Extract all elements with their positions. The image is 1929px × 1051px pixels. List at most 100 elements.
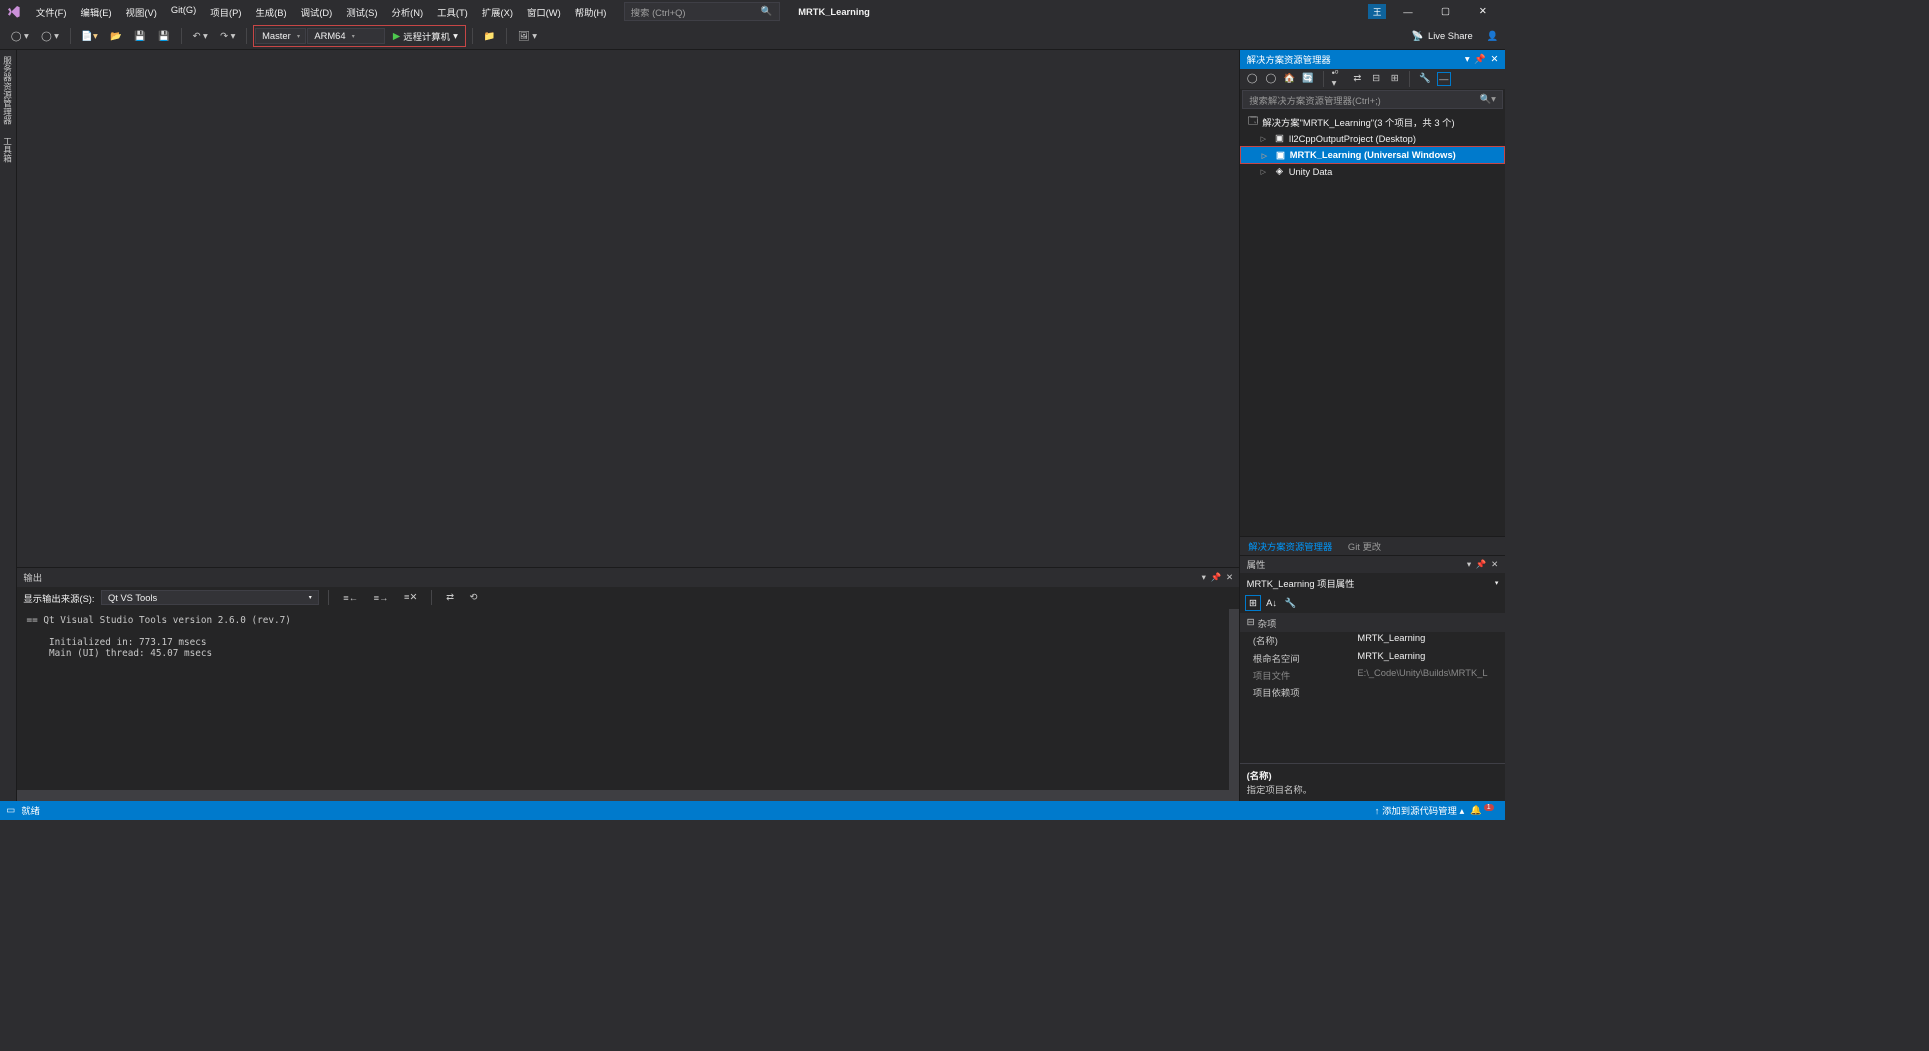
output-wrap-icon[interactable]: ⇄: [441, 589, 458, 606]
toolbar-folder-button[interactable]: 📁: [479, 28, 500, 45]
vs-logo-icon: [6, 4, 22, 20]
output-panel: 输出 ▾ 📌 ✕ 显示输出来源(S): Qt VS Tools ▾ ≡← ≡→ …: [17, 567, 1239, 801]
props-row-projectfile[interactable]: 项目文件 E:\_Code\Unity\Builds\MRTK_L: [1240, 666, 1504, 683]
maximize-button[interactable]: ▢: [1430, 1, 1461, 23]
menu-edit[interactable]: 编辑(E): [74, 2, 118, 22]
output-horizontal-scrollbar[interactable]: [17, 790, 1239, 801]
output-clear-icon[interactable]: ≡✕: [399, 589, 422, 606]
sln-refresh-icon[interactable]: ⊞: [1388, 72, 1402, 86]
chevron-right-icon[interactable]: ▷: [1261, 134, 1270, 143]
menu-view[interactable]: 视图(V): [119, 2, 163, 22]
solution-icon: 🗔: [1247, 116, 1259, 128]
open-file-button[interactable]: 📂: [106, 28, 127, 45]
output-source-dropdown[interactable]: Qt VS Tools ▾: [101, 590, 319, 605]
menu-analyze[interactable]: 分析(N): [385, 2, 429, 22]
menu-file[interactable]: 文件(F): [30, 2, 73, 22]
solution-search-input[interactable]: 搜索解决方案资源管理器(Ctrl+;) 🔍▾: [1242, 90, 1503, 109]
props-row-namespace[interactable]: 根命名空间 MRTK_Learning: [1240, 649, 1504, 666]
editor-empty-area: [17, 50, 1239, 567]
nav-forward-button[interactable]: ◯ ▾: [36, 28, 63, 45]
left-sidebar: 服务器资源管理器 工具箱: [0, 50, 17, 801]
sln-collapse-icon[interactable]: ⊟: [1369, 72, 1383, 86]
menu-test[interactable]: 测试(S): [340, 2, 384, 22]
panel-close-icon[interactable]: ✕: [1226, 572, 1233, 583]
platform-dropdown[interactable]: ARM64▾: [307, 28, 385, 45]
sln-dropdown-icon[interactable]: ▾: [1465, 54, 1470, 65]
tree-project-il2cpp[interactable]: ▷ ▣ Il2CppOutputProject (Desktop): [1240, 131, 1504, 147]
sln-expand-icon[interactable]: ⇄: [1350, 72, 1364, 86]
props-desc-title: (名称): [1247, 768, 1499, 782]
tab-solution-explorer[interactable]: 解决方案资源管理器: [1240, 536, 1340, 556]
save-all-button[interactable]: 💾: [154, 28, 175, 45]
chevron-right-icon[interactable]: ▷: [1261, 167, 1270, 176]
project-icon: ▣: [1274, 149, 1286, 161]
sidebar-tab-server-explorer[interactable]: 服务器资源管理器: [0, 50, 15, 131]
project-icon: ▣: [1273, 132, 1285, 144]
toolbar-image-button[interactable]: 🖼 ▾: [513, 28, 542, 45]
sln-forward-icon[interactable]: ◯: [1264, 72, 1278, 86]
menu-help[interactable]: 帮助(H): [569, 2, 613, 22]
sln-wrench-icon[interactable]: 🔧: [1418, 72, 1432, 86]
sln-pin-icon[interactable]: 📌: [1474, 54, 1486, 65]
menu-tools[interactable]: 工具(T): [431, 2, 474, 22]
menu-extensions[interactable]: 扩展(X): [476, 2, 520, 22]
props-pin-icon[interactable]: 📌: [1476, 559, 1487, 570]
close-button[interactable]: ✕: [1467, 1, 1498, 23]
props-close-icon[interactable]: ✕: [1491, 559, 1498, 570]
menu-git[interactable]: Git(G): [165, 2, 203, 22]
sidebar-tab-toolbox[interactable]: 工具箱: [0, 131, 15, 169]
tree-project-unitydata[interactable]: ▷ ◈ Unity Data: [1240, 164, 1504, 180]
run-button[interactable]: ▶ 远程计算机 ▾: [387, 27, 464, 46]
output-vertical-scrollbar[interactable]: [1229, 609, 1240, 791]
output-goto-next-icon[interactable]: ≡→: [369, 590, 393, 606]
props-row-dependencies[interactable]: 项目依赖项: [1240, 683, 1504, 700]
user-badge[interactable]: 王: [1368, 4, 1386, 19]
undo-button[interactable]: ↶ ▾: [188, 28, 212, 45]
chevron-right-icon[interactable]: ▷: [1262, 151, 1271, 160]
props-alphabetical-icon[interactable]: A↓: [1264, 595, 1280, 611]
live-share-button[interactable]: Live Share: [1428, 31, 1473, 41]
sln-back-icon[interactable]: ◯: [1245, 72, 1259, 86]
redo-button[interactable]: ↷ ▾: [215, 28, 239, 45]
menu-debug[interactable]: 调试(D): [294, 2, 338, 22]
sln-sync-icon[interactable]: 🔄: [1301, 72, 1315, 86]
sln-close-icon[interactable]: ✕: [1491, 54, 1499, 65]
props-category-misc[interactable]: ⊟ 杂项: [1240, 613, 1504, 632]
tab-git-changes[interactable]: Git 更改: [1340, 536, 1389, 556]
config-dropdown[interactable]: Master▾: [255, 28, 306, 45]
output-goto-prev-icon[interactable]: ≡←: [339, 590, 363, 606]
collapse-icon: ⊟: [1247, 617, 1255, 628]
tree-project-mrtk[interactable]: ▷ ▣ MRTK_Learning (Universal Windows): [1240, 146, 1504, 164]
source-control-button[interactable]: ↑ 添加到源代码管理 ▴: [1375, 803, 1464, 817]
output-source-label: 显示输出来源(S):: [23, 591, 94, 605]
props-categorized-icon[interactable]: ⊞: [1245, 595, 1261, 611]
nav-back-button[interactable]: ◯ ▾: [6, 28, 33, 45]
status-ready-label: 就绪: [21, 803, 40, 817]
props-pages-icon[interactable]: 🔧: [1283, 595, 1299, 611]
menu-window[interactable]: 窗口(W): [521, 2, 567, 22]
notification-count: 1: [1484, 804, 1494, 811]
tree-solution-root[interactable]: 🗔 解决方案"MRTK_Learning"(3 个项目，共 3 个): [1240, 114, 1504, 131]
panel-pin-icon[interactable]: 📌: [1211, 572, 1222, 583]
output-content[interactable]: == Qt Visual Studio Tools version 2.6.0 …: [17, 609, 1228, 791]
live-share-icon: 📡: [1412, 31, 1424, 42]
output-other-icon[interactable]: ⟲: [465, 589, 482, 606]
menu-build[interactable]: 生成(B): [249, 2, 293, 22]
minimize-button[interactable]: —: [1392, 1, 1423, 23]
props-dropdown-icon[interactable]: ▾: [1467, 559, 1471, 570]
status-icon: ▭: [6, 805, 15, 816]
panel-dropdown-icon[interactable]: ▾: [1202, 572, 1206, 583]
props-row-name[interactable]: (名称) MRTK_Learning: [1240, 632, 1504, 649]
sln-node-icon[interactable]: •ᵒ ▾: [1332, 72, 1346, 86]
chevron-down-icon[interactable]: ▾: [1495, 578, 1499, 587]
sln-view-icon[interactable]: —: [1437, 72, 1451, 86]
props-desc-text: 指定项目名称。: [1247, 782, 1499, 796]
sln-home-icon[interactable]: 🏠: [1283, 72, 1297, 86]
menu-project[interactable]: 项目(P): [204, 2, 248, 22]
global-search-input[interactable]: 搜索 (Ctrl+Q) 🔍: [624, 2, 780, 21]
new-project-button[interactable]: 📄▾: [77, 28, 103, 45]
admin-icon[interactable]: 👤: [1487, 31, 1499, 42]
notifications-icon[interactable]: 🔔: [1470, 805, 1482, 816]
titlebar: 文件(F) 编辑(E) 视图(V) Git(G) 项目(P) 生成(B) 调试(…: [0, 0, 1505, 23]
save-button[interactable]: 💾: [130, 28, 151, 45]
